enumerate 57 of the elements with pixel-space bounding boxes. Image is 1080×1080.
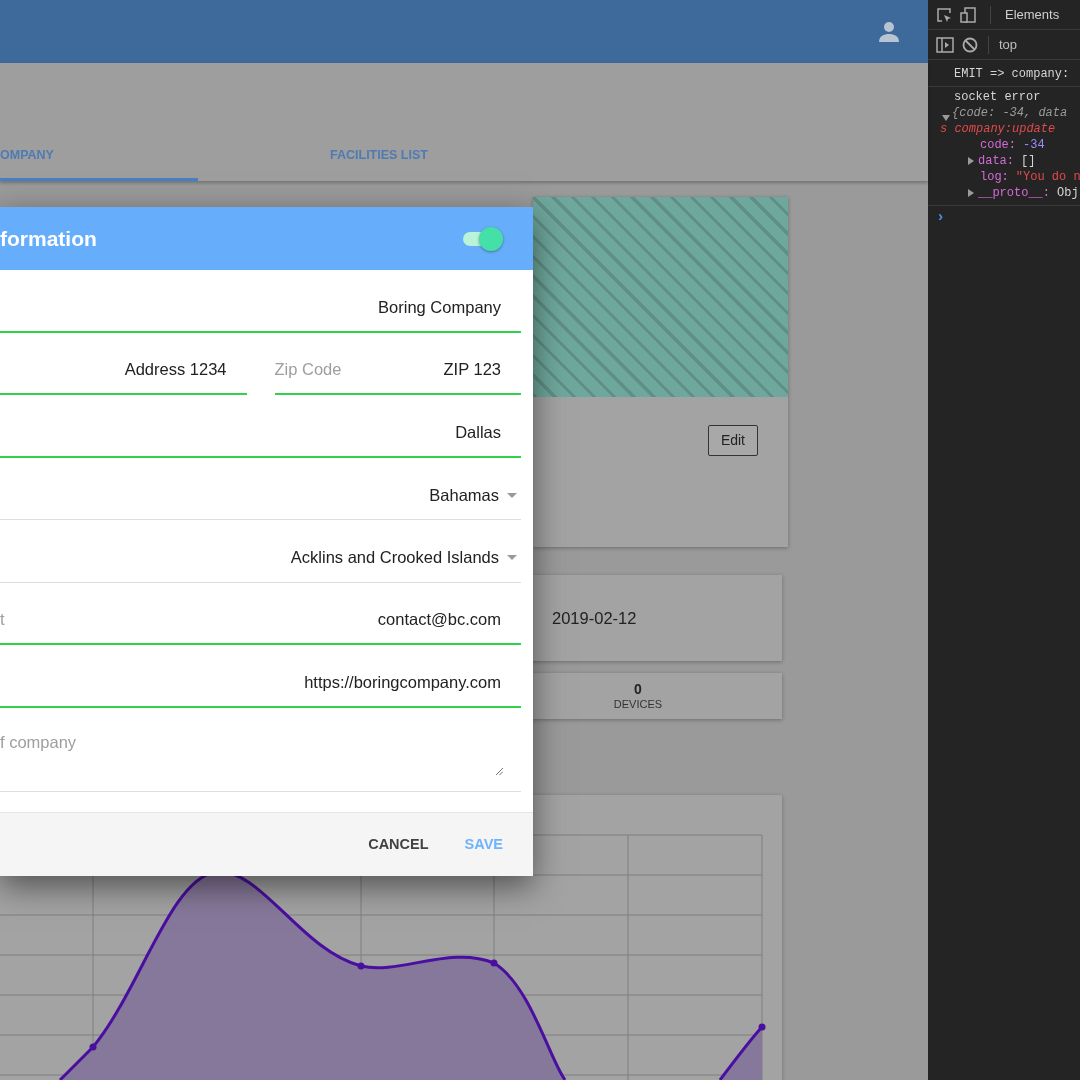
property-value: -34 [1023,137,1045,153]
text-area[interactable]: f company [0,707,521,792]
data-point [490,959,498,967]
expand-triangle-icon[interactable] [942,115,950,121]
sidebar-toggle-icon[interactable] [936,36,954,53]
toggle-switch[interactable] [461,226,503,251]
resize-grip-icon[interactable] [495,766,503,775]
devtools-tab[interactable]: Elements [1005,4,1060,25]
cancel-button[interactable]: CANCEL [356,825,441,864]
selected-value: Bahamas [429,484,499,506]
expand-triangle-icon[interactable] [968,157,974,165]
object-summary: {code: -34, data [952,105,1068,121]
edit-button[interactable]: Edit [707,425,758,456]
select-field[interactable]: Acklins and Crooked Islands [0,520,521,583]
property-key: data: [978,153,1014,169]
console-prompt[interactable]: › [928,206,1080,226]
field-value[interactable]: contact@bc.com [4,606,503,634]
date-text: 2019-02-12 [552,607,637,629]
text-field[interactable]: https://boringcompany.com [0,645,521,708]
data-point [357,962,365,970]
console-message: EMIT => company: [954,66,1071,82]
caret-icon [507,492,517,498]
context-selector[interactable]: top [999,34,1018,55]
console-message: socket error [954,89,1042,105]
property-key: __proto__: [978,185,1050,201]
selected-value: Acklins and Crooked Islands [290,547,499,569]
expand-triangle-icon[interactable] [968,189,974,197]
text-field[interactable]: Zip Code ZIP 123 [274,332,521,395]
text-field[interactable]: Boring Company [0,270,521,333]
text-field[interactable]: t contact@bc.com [0,582,521,645]
text-field[interactable]: Dallas [0,395,521,458]
stat-label: DEVICES [613,697,663,711]
text-area-input[interactable]: f company [0,729,503,770]
caret-icon [507,555,517,561]
data-point [89,1043,97,1051]
property-value: [] [1021,153,1036,169]
device-icon[interactable] [960,6,976,23]
field-value[interactable]: ZIP 123 [341,356,503,384]
inspect-icon[interactable] [936,6,952,23]
field-value[interactable]: Boring Company [0,293,503,321]
property-value: Obj [1057,185,1079,201]
user-icon[interactable] [878,20,900,43]
text-field[interactable]: Address 1234 [0,332,247,395]
field-label: Zip Code [274,359,342,381]
field-value[interactable]: https://boringcompany.com [0,668,503,696]
property-value: "You do n [1015,169,1080,185]
stat-value: 0 [634,681,642,697]
data-point [758,1023,766,1031]
property-key: log: [980,169,1009,185]
property-key: code: [980,137,1016,153]
field-value[interactable]: Dallas [0,418,503,446]
field-value[interactable]: Address 1234 [0,356,229,384]
object-summary-tail: s company:update [940,121,1057,137]
select-field[interactable]: Bahamas [0,457,521,520]
field-label: t [0,609,5,631]
dialog-title: formation [0,225,97,252]
clear-console-icon[interactable] [962,36,978,53]
